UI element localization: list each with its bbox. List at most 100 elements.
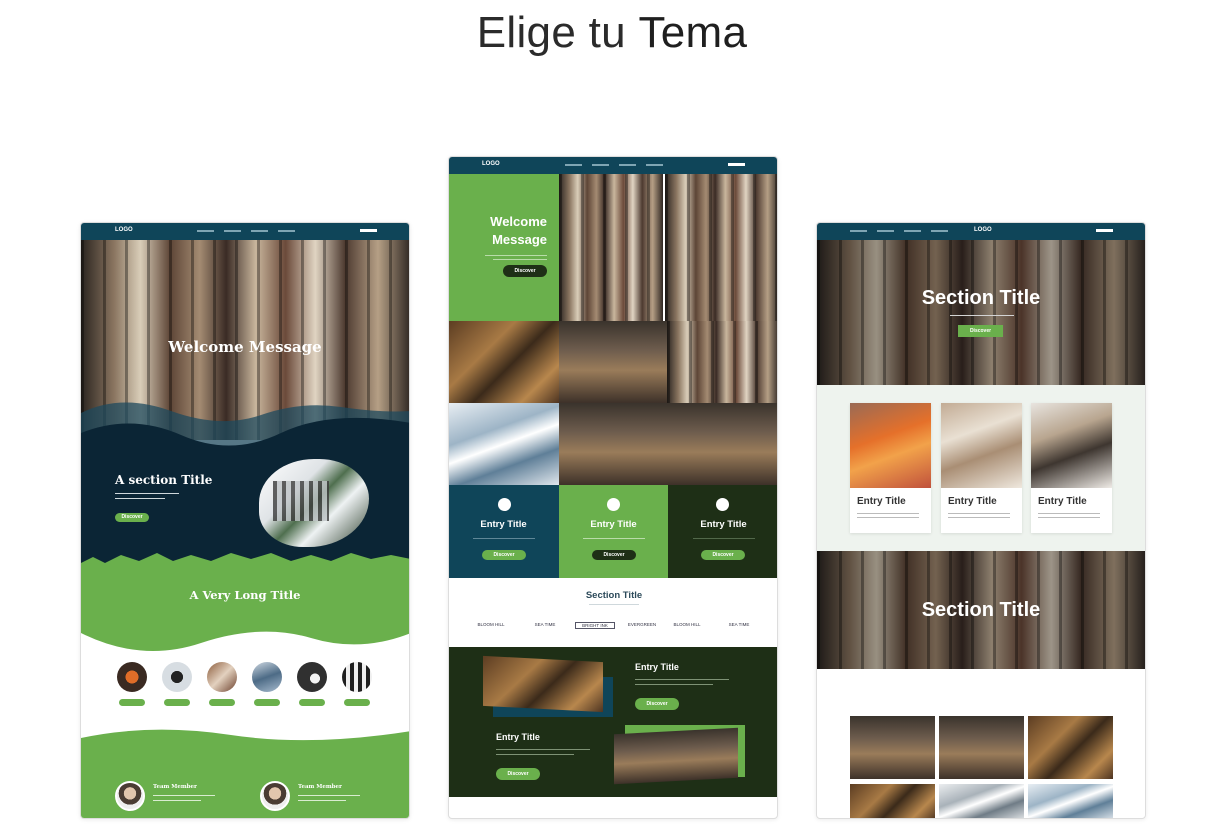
theme1-product-button[interactable] xyxy=(164,699,190,706)
theme1-section-button[interactable]: Discover xyxy=(115,513,149,522)
page-title-emphasis: Tema xyxy=(638,8,748,57)
theme1-text-line xyxy=(115,498,165,499)
theme1-product-button[interactable] xyxy=(344,699,370,706)
theme1-section-title: A section Title xyxy=(115,473,213,487)
theme2-column-title: Entry Title xyxy=(480,519,527,530)
theme1-product-image xyxy=(297,662,327,692)
theme3-entry-image xyxy=(941,403,1022,488)
theme3-hero-button[interactable]: Discover xyxy=(958,325,1003,337)
theme2-text-line xyxy=(589,604,639,605)
theme1-product-button[interactable] xyxy=(209,699,235,706)
theme3-gallery-image xyxy=(939,784,1024,818)
theme2-nav-link xyxy=(592,164,609,166)
theme3-nav-link xyxy=(931,230,948,232)
theme3-text-line xyxy=(948,513,1010,514)
theme1-text-line xyxy=(298,795,360,796)
theme3-navbar: LOGO xyxy=(817,223,1145,240)
theme1-logo: LOGO xyxy=(115,227,133,233)
theme1-product-image xyxy=(342,662,372,692)
theme1-text-line xyxy=(153,795,215,796)
theme1-long-title: A Very Long Title xyxy=(189,588,301,602)
theme3-text-line xyxy=(950,315,1014,316)
theme3-text-line xyxy=(1038,517,1100,518)
theme3-entry-title: Entry Title xyxy=(1038,496,1087,507)
theme-card-2[interactable]: LOGO Welcome Message Discover Entry Titl… xyxy=(448,156,778,819)
page-title: Elige tu Tema xyxy=(0,8,1224,58)
theme1-product-button[interactable] xyxy=(299,699,325,706)
theme2-brand-logo: BRIGHT INK xyxy=(575,622,615,629)
theme3-text-line xyxy=(857,513,919,514)
theme3-entry-card[interactable]: Entry Title xyxy=(850,403,931,533)
theme3-nav-link xyxy=(850,230,867,232)
theme1-product-image xyxy=(207,662,237,692)
theme2-column-button[interactable]: Discover xyxy=(701,550,745,560)
theme1-team-label: Team Member xyxy=(298,784,342,790)
theme2-text-line xyxy=(693,538,755,539)
theme2-column-icon xyxy=(607,498,620,511)
theme2-gallery-image xyxy=(559,174,663,321)
theme2-feature-title-1: Entry Title xyxy=(635,662,679,672)
theme1-product-image xyxy=(117,662,147,692)
theme3-text-line xyxy=(1038,513,1100,514)
theme3-entry-title: Entry Title xyxy=(948,496,997,507)
theme2-gallery-image xyxy=(667,403,777,485)
theme2-column-button[interactable]: Discover xyxy=(482,550,526,560)
theme2-gallery-image xyxy=(559,403,667,485)
theme2-nav-link xyxy=(646,164,663,166)
theme2-column-button[interactable]: Discover xyxy=(592,550,636,560)
theme3-entry-card[interactable]: Entry Title xyxy=(1031,403,1112,533)
theme3-section2-title: Section Title xyxy=(921,599,1041,621)
theme3-gallery-image xyxy=(939,716,1024,779)
theme2-column-icon xyxy=(716,498,729,511)
theme2-column-title: Entry Title xyxy=(590,519,637,530)
theme2-feature-button-2[interactable]: Discover xyxy=(496,768,540,780)
theme1-team-avatar xyxy=(115,781,145,811)
theme1-wave-section xyxy=(81,402,409,818)
theme3-logo: LOGO xyxy=(974,227,992,233)
theme2-gallery-image xyxy=(665,174,777,321)
theme2-nav-link xyxy=(619,164,636,166)
theme1-product-image xyxy=(252,662,282,692)
theme3-hero-image xyxy=(817,240,1145,385)
theme2-gallery-image xyxy=(449,321,559,403)
theme1-nav-cta xyxy=(360,229,377,232)
theme2-welcome-line-1: Welcome xyxy=(490,214,547,229)
theme-card-3[interactable]: LOGO Section Title Discover Entry Title … xyxy=(816,222,1146,819)
theme2-welcome-title: Welcome Message xyxy=(490,213,547,249)
theme2-gallery-image xyxy=(559,321,667,403)
theme-card-1[interactable]: LOGO Welcome Message A section Title Dis… xyxy=(80,222,410,819)
theme1-nav-link xyxy=(251,230,268,232)
theme2-text-line xyxy=(583,538,645,539)
theme2-logo: LOGO xyxy=(482,161,500,167)
theme2-text-line xyxy=(493,259,547,260)
theme2-column-title: Entry Title xyxy=(700,519,747,530)
theme2-brand-logo: EVERGREEN xyxy=(627,622,657,627)
page-title-prefix: Elige tu xyxy=(476,8,626,57)
theme3-entry-card[interactable]: Entry Title xyxy=(941,403,1022,533)
theme2-nav-link xyxy=(565,164,582,166)
theme2-gallery-image xyxy=(449,403,559,485)
theme3-entry-image xyxy=(850,403,931,488)
theme1-product-button[interactable] xyxy=(119,699,145,706)
theme3-nav-link xyxy=(877,230,894,232)
theme3-gallery-image xyxy=(850,784,935,818)
theme2-column-icon xyxy=(498,498,511,511)
theme3-gallery-image xyxy=(1028,716,1113,779)
theme1-hero-title: Welcome Message xyxy=(168,338,322,356)
theme1-nav-link xyxy=(224,230,241,232)
theme2-text-line xyxy=(496,749,590,750)
theme3-gallery-image xyxy=(1028,784,1113,818)
theme1-nav-link xyxy=(278,230,295,232)
theme2-feature-button-1[interactable]: Discover xyxy=(635,698,679,710)
theme1-product-image xyxy=(162,662,192,692)
theme3-text-line xyxy=(948,517,1010,518)
theme1-product-button[interactable] xyxy=(254,699,280,706)
theme3-gallery-image xyxy=(850,716,935,779)
theme3-nav-link xyxy=(904,230,921,232)
theme2-welcome-button[interactable]: Discover xyxy=(503,265,547,277)
theme2-welcome-line-2: Message xyxy=(492,232,547,247)
theme2-brand-logo: SEA TIME xyxy=(728,622,750,627)
theme1-nav-link xyxy=(197,230,214,232)
theme3-text-line xyxy=(857,517,919,518)
theme3-hero-title: Section Title xyxy=(921,287,1041,309)
